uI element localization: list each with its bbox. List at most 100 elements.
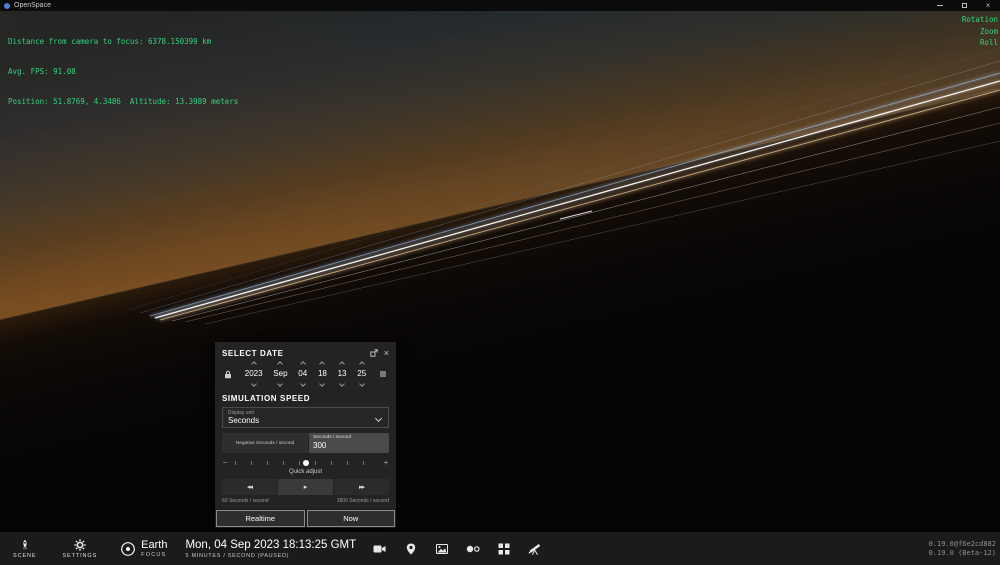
scene-menu-button[interactable]: SCENE [0, 532, 49, 565]
slider-plus-button[interactable]: + [383, 459, 389, 467]
speed-range-labels: 60 Seconds / second 1800 Seconds / secon… [222, 498, 389, 504]
year-value[interactable]: 2023 [245, 369, 263, 379]
apps-grid-icon [498, 543, 510, 554]
window-controls: × [928, 0, 1000, 11]
display-unit-value: Seconds [228, 416, 260, 425]
app-logo-icon [4, 2, 10, 9]
speed-input-value: 300 [313, 441, 327, 450]
detach-popup-button[interactable] [370, 349, 378, 357]
image-icon [435, 543, 448, 554]
maximize-icon [961, 3, 967, 8]
dashboard-info: Distance from camera to focus: 6378.1503… [8, 17, 238, 127]
year-decrement-button[interactable] [250, 381, 257, 387]
location-pin-icon [406, 543, 415, 554]
position-readout: Position: 51.8769, 4.3486 Altitude: 13.3… [8, 97, 239, 106]
focus-caption: FOCUS [141, 551, 167, 558]
minute-spinner: 13 [338, 361, 347, 387]
skybrowser-button[interactable] [519, 532, 550, 565]
popup-footer: Realtime Now [215, 509, 396, 528]
rewind-icon: ◂◂ [246, 484, 253, 491]
simulation-speed-status: 5 MINUTES / SECOND (PAUSED) [185, 552, 290, 559]
apps-grid-button[interactable] [488, 532, 519, 565]
maximize-button[interactable] [952, 0, 976, 11]
minute-decrement-button[interactable] [339, 381, 345, 387]
play-button[interactable]: ▸ [278, 479, 333, 495]
date-time-spinners: 2023 Sep 04 18 13 25 [222, 361, 389, 387]
month-decrement-button[interactable] [277, 381, 284, 387]
quick-adjust-slider[interactable] [233, 459, 378, 467]
bottom-taskbar: SCENE SETTINGS Earth FOCUS Mon, 04 Sep 2… [0, 531, 1000, 565]
popup-title: SELECT DATE [222, 348, 284, 358]
year-increment-button[interactable] [250, 361, 257, 367]
now-button[interactable]: Now [306, 510, 395, 527]
minute-increment-button[interactable] [339, 361, 345, 367]
title-bar: OpenSpace × [0, 0, 1000, 11]
rotation-friction-toggle[interactable]: Rotation [962, 14, 998, 26]
close-popup-button[interactable]: × [383, 348, 389, 358]
play-icon: ▸ [303, 484, 308, 491]
focus-menu-button[interactable]: Earth FOCUS [110, 532, 177, 565]
fast-forward-button[interactable]: ▸▸ [334, 479, 389, 495]
second-value[interactable]: 25 [357, 369, 366, 379]
realtime-button[interactable]: Realtime [216, 510, 305, 527]
month-value[interactable]: Sep [273, 369, 287, 379]
second-decrement-button[interactable] [358, 381, 365, 387]
calendar-list-icon [379, 371, 386, 377]
second-increment-button[interactable] [358, 361, 365, 367]
month-increment-button[interactable] [277, 361, 284, 367]
max-speed-label: 1800 Seconds / second [336, 498, 389, 504]
lock-date-button[interactable] [222, 370, 234, 379]
close-button[interactable]: × [976, 0, 1000, 11]
close-icon: × [985, 1, 991, 10]
gear-icon [74, 538, 86, 551]
display-unit-select[interactable]: Display unit Seconds [222, 407, 389, 428]
playback-controls: ◂◂ ▸ ▸▸ [222, 479, 389, 495]
screenshot-button[interactable] [426, 532, 457, 565]
zoom-friction-toggle[interactable]: Zoom [962, 26, 998, 38]
day-spinner: 04 [298, 361, 307, 387]
roll-friction-toggle[interactable]: Roll [962, 37, 998, 49]
rewind-button[interactable]: ◂◂ [222, 479, 277, 495]
slider-thumb[interactable] [302, 460, 309, 466]
focus-target-name: Earth [141, 538, 168, 551]
record-button[interactable] [457, 532, 488, 565]
focus-text: Earth FOCUS [141, 538, 168, 558]
month-spinner: Sep [273, 361, 288, 387]
day-increment-button[interactable] [299, 361, 306, 367]
window-title: OpenSpace [14, 2, 51, 9]
fps-readout: Avg. FPS: 91.08 [8, 67, 76, 76]
negative-speed-button[interactable]: Negative Seconds / second [222, 433, 308, 453]
fast-forward-icon: ▸▸ [358, 484, 365, 491]
settings-menu-label: SETTINGS [62, 552, 98, 559]
session-recording-button[interactable] [364, 532, 395, 565]
select-date-popup: SELECT DATE × 2023 Sep 04 18 13 25 SIMUL… [215, 342, 396, 528]
day-value[interactable]: 04 [298, 369, 307, 379]
settings-menu-button[interactable]: SETTINGS [49, 532, 110, 565]
render-viewport[interactable]: Distance from camera to focus: 6378.1503… [0, 11, 1000, 531]
speed-value-input[interactable]: Seconds / second 300 [309, 433, 389, 453]
focus-target-icon [121, 541, 136, 556]
geo-location-button[interactable] [395, 532, 426, 565]
rocket-icon [22, 539, 27, 550]
hour-increment-button[interactable] [319, 361, 326, 367]
minimize-button[interactable] [928, 0, 952, 11]
hour-value[interactable]: 18 [318, 369, 327, 379]
slider-minus-button[interactable]: − [222, 459, 228, 467]
time-display-button[interactable]: Mon, 04 Sep 2023 18:13:25 GMT 5 MINUTES … [185, 539, 356, 559]
minimize-icon [937, 5, 943, 6]
minute-value[interactable]: 13 [338, 369, 347, 379]
record-icon [466, 545, 480, 552]
distance-readout: Distance from camera to focus: 6378.1503… [8, 37, 212, 46]
year-spinner: 2023 [245, 361, 263, 387]
hour-decrement-button[interactable] [319, 381, 326, 387]
quick-adjust-slider-row: − + [222, 459, 389, 467]
version-build: 0.19.0@f6e2cd882 [928, 539, 996, 548]
day-decrement-button[interactable] [299, 381, 306, 387]
popout-icon [370, 349, 378, 357]
popup-header: SELECT DATE × [222, 348, 389, 358]
calendar-view-button[interactable] [377, 370, 389, 378]
scene-menu-label: SCENE [13, 552, 37, 559]
video-camera-icon [373, 545, 386, 552]
close-icon: × [383, 348, 389, 358]
second-spinner: 25 [357, 361, 366, 387]
